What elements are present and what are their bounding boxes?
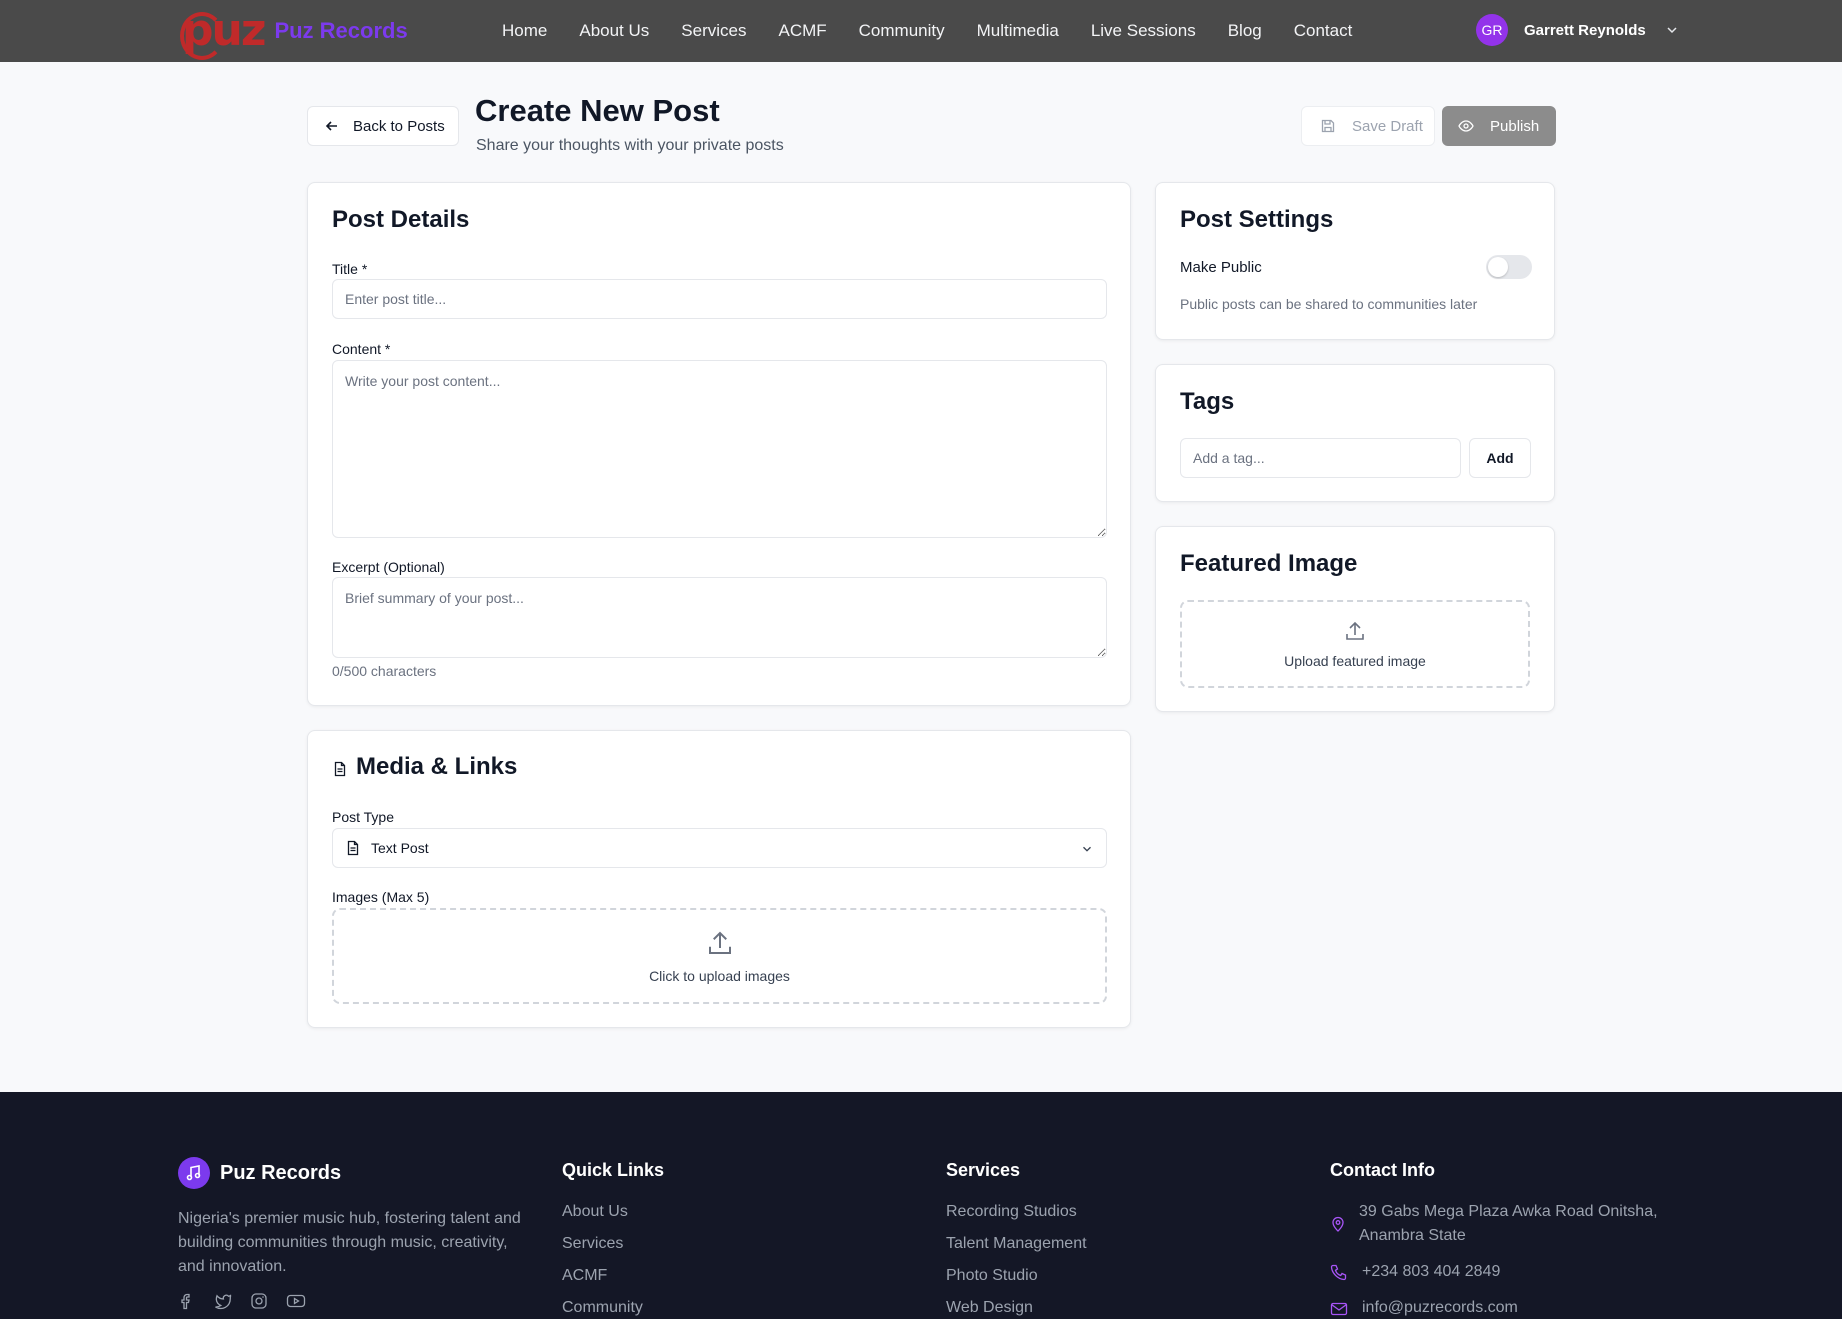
phone-icon xyxy=(1330,1264,1347,1281)
tags-title: Tags xyxy=(1180,388,1235,415)
tags-card: Tags Add xyxy=(1155,364,1555,502)
nav-links: Home About Us Services ACMF Community Mu… xyxy=(502,0,1384,62)
content-textarea[interactable] xyxy=(332,360,1107,538)
chevron-down-icon xyxy=(1083,846,1091,852)
nav-link-contact[interactable]: Contact xyxy=(1294,21,1353,41)
footer-link-acmf[interactable]: ACMF xyxy=(562,1267,607,1285)
document-icon xyxy=(334,761,346,777)
nav-link-multimedia[interactable]: Multimedia xyxy=(977,21,1059,41)
make-public-toggle[interactable] xyxy=(1486,255,1532,279)
footer-service-recording[interactable]: Recording Studios xyxy=(946,1203,1077,1221)
post-details-card: Post Details Title * Content * Excerpt (… xyxy=(307,182,1131,706)
make-public-label: Make Public xyxy=(1180,259,1262,276)
featured-image-title: Featured Image xyxy=(1180,550,1358,577)
logo-mark: puz xyxy=(179,5,266,60)
nav-link-home[interactable]: Home xyxy=(502,21,547,41)
instagram-icon[interactable] xyxy=(250,1292,268,1315)
user-menu[interactable]: GR Garrett Reynolds xyxy=(1476,14,1680,46)
contact-info-title: Contact Info xyxy=(1330,1160,1435,1180)
title-input[interactable] xyxy=(332,279,1107,319)
nav-link-community[interactable]: Community xyxy=(859,21,945,41)
footer-link-services[interactable]: Services xyxy=(562,1235,623,1253)
brand-logo[interactable]: puz Puz Records xyxy=(179,4,408,60)
footer-description: Nigeria's premier music hub, fostering t… xyxy=(178,1210,521,1275)
excerpt-textarea[interactable] xyxy=(332,577,1107,658)
add-tag-button[interactable]: Add xyxy=(1469,438,1531,478)
post-details-title: Post Details xyxy=(332,206,470,233)
footer-brand[interactable]: Puz Records xyxy=(178,1157,341,1189)
publish-label: Publish xyxy=(1490,117,1540,135)
nav-link-about[interactable]: About Us xyxy=(579,21,649,41)
contact-phone[interactable]: +234 803 404 2849 xyxy=(1362,1260,1500,1284)
facebook-icon[interactable] xyxy=(178,1292,196,1315)
post-settings-title: Post Settings xyxy=(1180,206,1334,233)
post-type-select[interactable]: Text Post xyxy=(332,828,1107,868)
eye-icon xyxy=(1458,120,1474,132)
logo-text: Puz Records xyxy=(274,18,408,43)
youtube-icon[interactable] xyxy=(286,1292,306,1315)
footer-link-about[interactable]: About Us xyxy=(562,1203,628,1221)
music-note-icon xyxy=(178,1157,210,1189)
featured-image-card: Featured Image Upload featured image xyxy=(1155,526,1555,712)
document-icon xyxy=(347,840,359,856)
quick-links-title: Quick Links xyxy=(562,1160,665,1180)
arrow-left-icon xyxy=(325,121,337,131)
media-links-title: Media & Links xyxy=(356,753,518,780)
post-type-value: Text Post xyxy=(371,840,429,856)
mail-icon xyxy=(1330,1302,1348,1316)
save-draft-button[interactable]: Save Draft xyxy=(1301,106,1435,146)
contact-email[interactable]: info@puzrecords.com xyxy=(1362,1296,1518,1319)
featured-image-dropzone[interactable]: Upload featured image xyxy=(1180,600,1530,688)
featured-image-upload-label: Upload featured image xyxy=(1284,653,1426,669)
images-upload-label: Click to upload images xyxy=(649,968,790,984)
footer-service-photo[interactable]: Photo Studio xyxy=(946,1267,1038,1285)
avatar: GR xyxy=(1476,14,1508,46)
nav-link-blog[interactable]: Blog xyxy=(1228,21,1262,41)
nav-link-live-sessions[interactable]: Live Sessions xyxy=(1091,21,1196,41)
tag-input[interactable] xyxy=(1180,438,1461,478)
toggle-knob xyxy=(1488,257,1508,277)
save-icon xyxy=(1321,119,1335,133)
post-type-label: Post Type xyxy=(332,809,395,825)
back-to-posts-button[interactable]: Back to Posts xyxy=(307,106,459,146)
nav-link-services[interactable]: Services xyxy=(681,21,746,41)
back-to-posts-label: Back to Posts xyxy=(353,117,445,135)
title-label: Title * xyxy=(332,261,368,277)
services-title: Services xyxy=(946,1160,1021,1180)
media-links-card: Media & Links Post Type Text Post Images… xyxy=(307,730,1131,1028)
post-settings-card: Post Settings Make Public Public posts c… xyxy=(1155,182,1555,340)
user-name: Garrett Reynolds xyxy=(1524,21,1646,39)
twitter-icon[interactable] xyxy=(214,1292,232,1315)
footer-link-community[interactable]: Community xyxy=(562,1299,643,1317)
nav-link-acmf[interactable]: ACMF xyxy=(778,21,826,41)
save-draft-label: Save Draft xyxy=(1352,117,1423,135)
page-title: Create New Post xyxy=(475,93,720,128)
excerpt-char-count: 0/500 characters xyxy=(332,663,437,679)
excerpt-label: Excerpt (Optional) xyxy=(332,559,445,575)
publish-button[interactable]: Publish xyxy=(1442,106,1556,146)
top-navbar: puz Puz Records Home About Us Services A… xyxy=(0,0,1842,62)
page-subtitle: Share your thoughts with your private po… xyxy=(476,137,784,154)
contact-address: 39 Gabs Mega Plaza Awka Road Onitsha, An… xyxy=(1359,1203,1658,1244)
footer-service-web-design[interactable]: Web Design xyxy=(946,1299,1033,1317)
footer: Puz Records Nigeria's premier music hub,… xyxy=(0,1092,1842,1319)
upload-icon xyxy=(708,931,731,954)
images-upload-dropzone[interactable]: Click to upload images xyxy=(332,908,1107,1004)
footer-service-talent[interactable]: Talent Management xyxy=(946,1235,1087,1253)
chevron-down-icon xyxy=(1667,27,1677,34)
images-label: Images (Max 5) xyxy=(332,889,430,905)
footer-brand-name: Puz Records xyxy=(220,1161,342,1184)
upload-icon xyxy=(1346,621,1364,640)
content-label: Content * xyxy=(332,341,391,357)
footer-social-icons xyxy=(178,1292,324,1315)
map-pin-icon xyxy=(1332,1216,1344,1232)
make-public-hint: Public posts can be shared to communitie… xyxy=(1180,296,1478,312)
